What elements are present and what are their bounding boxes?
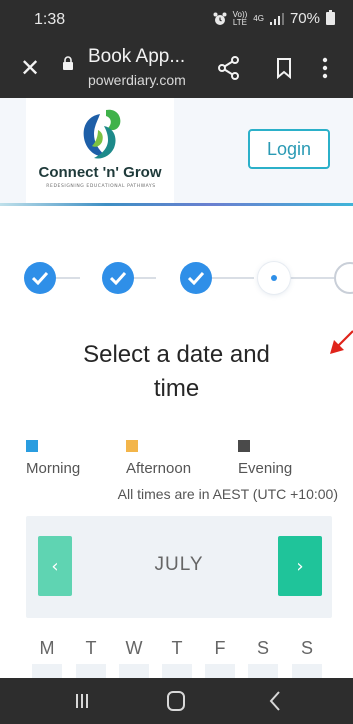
legend-morning-label: Morning (26, 460, 81, 477)
step-connector (290, 277, 334, 279)
browser-toolbar: ✕ Book App... powerdiary.com (0, 42, 353, 98)
status-time: 1:38 (34, 11, 66, 28)
signal-icon (269, 12, 284, 25)
step-2-complete (102, 262, 134, 294)
legend-evening-label: Evening (238, 460, 293, 477)
alarm-icon (213, 12, 227, 25)
brand-tagline: REDESIGNING EDUCATIONAL PATHWAYS (46, 184, 156, 189)
site-header: Connect 'n' Grow REDESIGNING EDUCATIONAL… (0, 98, 353, 204)
legend-afternoon-swatch (126, 440, 138, 452)
volte-indicator: Vo)) LTE (232, 9, 248, 27)
day-cell[interactable] (248, 664, 278, 678)
network-type: 4G (253, 13, 264, 23)
logo-mark-icon (83, 109, 121, 159)
step-3-complete (180, 262, 212, 294)
close-icon[interactable]: ✕ (20, 56, 40, 80)
step-connector (132, 277, 156, 279)
battery-percent: 70% (289, 10, 320, 27)
weekday-label: T (171, 638, 183, 658)
page-url: powerdiary.com (88, 72, 186, 88)
weekday-label: W (125, 638, 143, 658)
booking-progress (0, 258, 353, 298)
status-bar: 1:38 Vo)) LTE 4G 70% (0, 0, 353, 42)
day-cell[interactable] (76, 664, 106, 678)
lock-icon (63, 56, 73, 70)
day-cell[interactable] (292, 664, 322, 678)
next-month-button[interactable]: › (278, 536, 322, 596)
weekday-label: S (256, 638, 269, 658)
month-navigator: ‹ JULY › (26, 516, 332, 618)
check-icon (32, 271, 48, 285)
step-1-complete (24, 262, 56, 294)
timezone-note: All times are in AEST (UTC +10:00) (117, 486, 338, 502)
brand-name: Connect 'n' Grow (38, 164, 162, 181)
weekday-label: M (39, 638, 55, 658)
day-cell[interactable] (205, 664, 235, 678)
step-connector (212, 277, 254, 279)
check-icon (188, 271, 204, 285)
page-title: Book App... (88, 46, 186, 67)
weekday-label: S (300, 638, 313, 658)
back-icon[interactable] (268, 690, 282, 712)
legend-morning-swatch (26, 440, 38, 452)
header-divider (0, 203, 353, 206)
weekday-header: M T W T F S S (0, 638, 353, 678)
recents-icon[interactable] (75, 693, 89, 709)
page-heading: Select a date and time (83, 341, 270, 402)
legend-evening-swatch (238, 440, 250, 452)
step-4-current (258, 262, 290, 294)
time-legend: Morning Afternoon Evening (0, 440, 353, 480)
chevron-right-icon: › (296, 555, 304, 577)
legend-afternoon-label: Afternoon (126, 460, 192, 477)
status-icons: Vo)) LTE 4G 70% (213, 10, 335, 27)
battery-icon (326, 10, 335, 25)
login-button[interactable]: Login (248, 129, 330, 169)
bookmark-icon[interactable] (276, 57, 292, 79)
brand-logo[interactable]: Connect 'n' Grow REDESIGNING EDUCATIONAL… (26, 98, 174, 204)
check-icon (110, 271, 126, 285)
more-vert-icon[interactable] (322, 56, 328, 80)
home-icon[interactable] (167, 691, 185, 711)
step-connector (56, 277, 80, 279)
weekday-label: F (214, 638, 226, 658)
weekday-label: T (85, 638, 97, 658)
system-nav-bar (0, 678, 353, 724)
day-cell[interactable] (162, 664, 192, 678)
share-icon[interactable] (218, 56, 240, 80)
day-cell[interactable] (32, 664, 62, 678)
day-cell[interactable] (119, 664, 149, 678)
step-5-pending (334, 262, 353, 294)
